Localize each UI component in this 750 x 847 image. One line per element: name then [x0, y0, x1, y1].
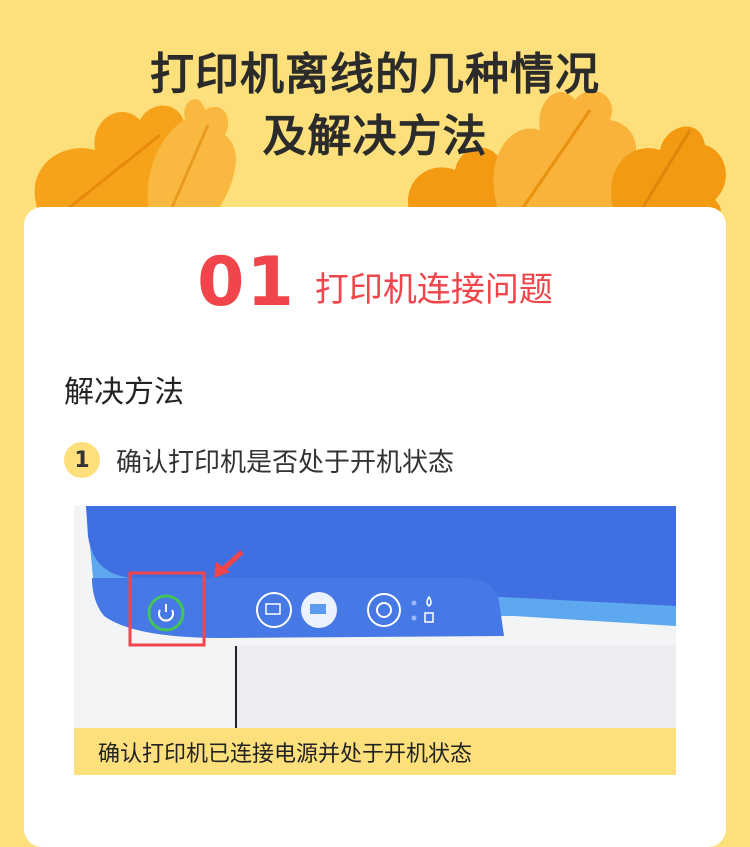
copy-button-icon [256, 592, 292, 628]
cancel-button-icon [367, 593, 401, 627]
printer-photo [74, 506, 676, 728]
step-number-badge: 1 [64, 442, 100, 478]
section-header: 01 打印机连接问题 [24, 243, 726, 322]
power-button-icon [147, 594, 185, 632]
page-title: 打印机离线的几种情况 及解决方法 [0, 44, 750, 168]
page-title-line1: 打印机离线的几种情况 [150, 49, 600, 100]
content-card: 01 打印机连接问题 解决方法 1 确认打印机是否处于开机状态 确认打印机已连接… [24, 207, 726, 847]
page-title-line2: 及解决方法 [262, 111, 488, 162]
printer-illustration [74, 506, 676, 728]
solution-heading: 解决方法 [64, 375, 184, 410]
section-number: 01 [197, 243, 296, 322]
step-text: 确认打印机是否处于开机状态 [116, 447, 455, 478]
figure-caption: 确认打印机已连接电源并处于开机状态 [74, 728, 676, 775]
scan-button-icon [301, 592, 337, 628]
section-title: 打印机连接问题 [314, 270, 553, 310]
step-item: 1 确认打印机是否处于开机状态 [64, 440, 454, 480]
figure-caption-text: 确认打印机已连接电源并处于开机状态 [98, 741, 473, 767]
